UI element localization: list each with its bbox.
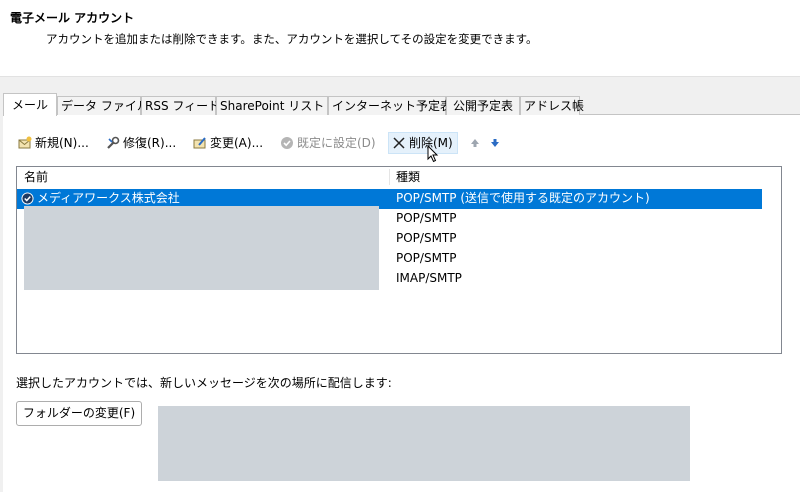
repair-button[interactable]: 修復(R)... bbox=[106, 133, 176, 153]
mouse-cursor-icon bbox=[427, 145, 439, 163]
account-type: POP/SMTP (送信で使用する既定のアカウント) bbox=[396, 191, 650, 205]
account-list[interactable]: 名前 種類 メディアワークス株式会社 POP/SMTP (送信で使用する既定のア… bbox=[16, 166, 782, 354]
tab-internet-calendars[interactable]: インターネット予定表 bbox=[328, 96, 452, 115]
tab-data-files[interactable]: データ ファイル bbox=[57, 96, 149, 115]
edit-mail-icon bbox=[193, 137, 206, 149]
tab-sharepoint-lists[interactable]: SharePoint リスト bbox=[216, 96, 328, 115]
wrench-icon bbox=[107, 136, 120, 149]
change-folder-button[interactable]: フォルダーの変更(F) bbox=[16, 401, 142, 426]
change-button[interactable]: 変更(A)... bbox=[193, 133, 263, 153]
header-description: アカウントを追加または削除できます。また、アカウントを選択してその設定を変更でき… bbox=[46, 32, 538, 46]
move-up-button[interactable] bbox=[470, 133, 480, 153]
change-button-label: 変更(A)... bbox=[210, 136, 264, 150]
column-header-name[interactable]: 名前 bbox=[24, 167, 48, 187]
dialog-header: 電子メール アカウント アカウントを追加または削除できます。また、アカウントを選… bbox=[0, 0, 800, 76]
header-title: 電子メール アカウント bbox=[10, 11, 135, 25]
account-type: IMAP/SMTP bbox=[396, 271, 462, 285]
new-button[interactable]: 新規(N)... bbox=[18, 133, 89, 153]
account-type: POP/SMTP bbox=[396, 231, 457, 245]
column-separator[interactable] bbox=[389, 169, 390, 185]
repair-button-label: 修復(R)... bbox=[123, 136, 177, 150]
delivery-label: 選択したアカウントでは、新しいメッセージを次の場所に配信します: bbox=[16, 376, 392, 390]
default-account-check-icon bbox=[21, 192, 34, 205]
tab-mail[interactable]: メール bbox=[3, 93, 57, 116]
redacted-delivery-folder bbox=[158, 406, 690, 481]
tab-rss-feeds[interactable]: RSS フィード bbox=[141, 96, 220, 115]
set-default-button-label: 既定に設定(D) bbox=[297, 136, 376, 150]
delete-x-icon bbox=[393, 137, 405, 149]
arrow-down-icon bbox=[491, 139, 499, 147]
new-button-label: 新規(N)... bbox=[35, 136, 89, 150]
arrow-up-icon bbox=[471, 139, 479, 147]
tab-address-books[interactable]: アドレス帳 bbox=[520, 96, 584, 115]
account-type: POP/SMTP bbox=[396, 211, 457, 225]
move-down-button[interactable] bbox=[490, 133, 500, 153]
set-default-button[interactable]: 既定に設定(D) bbox=[280, 133, 376, 153]
new-mail-icon bbox=[18, 136, 32, 149]
tab-published-calendars[interactable]: 公開予定表 bbox=[446, 96, 520, 115]
account-name: メディアワークス株式会社 bbox=[37, 191, 180, 205]
redacted-account-names bbox=[24, 206, 379, 290]
header-divider bbox=[0, 76, 800, 77]
column-header-type[interactable]: 種類 bbox=[396, 167, 420, 187]
check-circle-icon bbox=[281, 137, 293, 149]
delete-button[interactable]: 削除(M) bbox=[388, 132, 458, 154]
account-type: POP/SMTP bbox=[396, 251, 457, 265]
